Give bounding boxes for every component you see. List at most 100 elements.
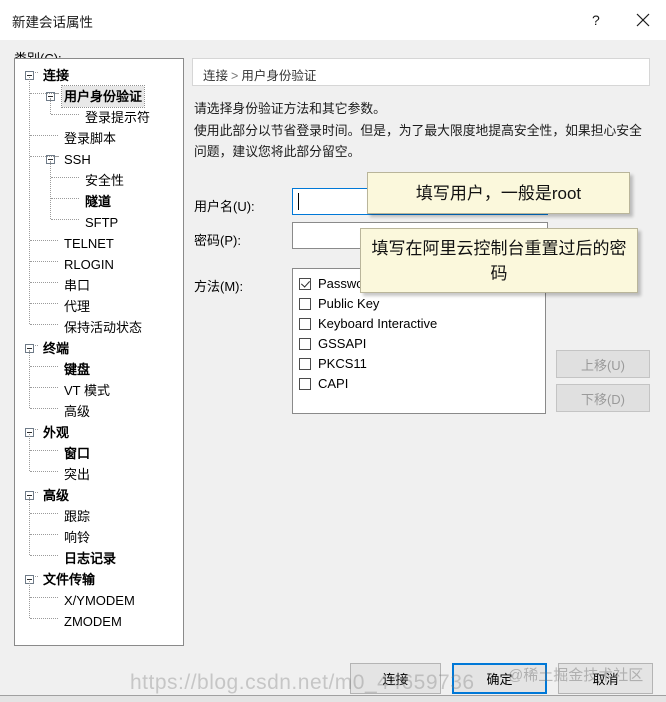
checkbox-unchecked-icon[interactable] bbox=[299, 318, 311, 330]
title-bar: 新建会话属性 ? bbox=[0, 0, 666, 40]
tree-guide-line bbox=[56, 156, 59, 157]
tree-item-label: TELNET bbox=[64, 236, 114, 251]
checkbox-unchecked-icon[interactable] bbox=[299, 358, 311, 370]
tree-item-label: 文件传输 bbox=[43, 572, 96, 587]
tree-item-6[interactable]: 隧道 bbox=[15, 191, 183, 212]
method-label: PKCS11 bbox=[318, 356, 367, 371]
tree-item-19[interactable]: 突出 bbox=[15, 464, 183, 485]
annotation-password-note: 填写在阿里云控制台重置过后的密码 bbox=[360, 228, 638, 293]
tree-item-23[interactable]: 日志记录 bbox=[15, 548, 183, 569]
tree-guide-line bbox=[30, 282, 58, 283]
method-checkbox-row[interactable]: CAPI bbox=[299, 374, 545, 394]
tree-item-18[interactable]: 窗口 bbox=[15, 443, 183, 464]
tree-item-24[interactable]: 文件传输 bbox=[15, 569, 183, 590]
tree-item-label: SSH bbox=[64, 152, 91, 167]
tree-guide-line bbox=[50, 98, 51, 114]
checkbox-unchecked-icon[interactable] bbox=[299, 298, 311, 310]
tree-item-label: 用户身份验证 bbox=[60, 85, 146, 108]
tree-item-5[interactable]: 安全性 bbox=[15, 170, 183, 191]
svg-text:?: ? bbox=[592, 13, 600, 28]
tree-guide-line bbox=[50, 161, 51, 219]
tree-item-label: 高级 bbox=[64, 404, 91, 419]
tree-item-15[interactable]: VT 模式 bbox=[15, 380, 183, 401]
tree-guide-line bbox=[30, 555, 58, 556]
username-label: 用户名(U): bbox=[194, 199, 255, 214]
method-checkbox-row[interactable]: PKCS11 bbox=[299, 354, 545, 374]
tree-guide-line bbox=[56, 93, 59, 94]
checkbox-unchecked-icon[interactable] bbox=[299, 378, 311, 390]
category-tree[interactable]: 连接用户身份验证登录提示符登录脚本 SSH 安全性隧道 SFTP TELNET RLOGI… bbox=[14, 58, 184, 646]
tree-item-1[interactable]: 用户身份验证 bbox=[15, 85, 183, 108]
checkbox-checked-icon[interactable] bbox=[299, 278, 311, 290]
tree-item-0[interactable]: 连接 bbox=[15, 65, 183, 86]
tree-guide-line bbox=[29, 350, 30, 408]
tree-guide-line bbox=[29, 497, 30, 555]
tree-guide-line bbox=[30, 156, 58, 157]
tree-item-label: 串口 bbox=[64, 278, 91, 293]
tree-item-label: 终端 bbox=[43, 341, 70, 356]
annotation-username-note: 填写用户，一般是root bbox=[367, 172, 630, 214]
close-button[interactable] bbox=[620, 0, 666, 40]
tree-guide-line bbox=[30, 471, 58, 472]
window-title: 新建会话属性 bbox=[12, 15, 93, 30]
breadcrumb: 连接 > 用户身份验证 bbox=[203, 65, 316, 84]
tree-item-label: X/YMODEM bbox=[64, 593, 135, 608]
tree-item-2[interactable]: 登录提示符 bbox=[15, 107, 183, 128]
tree-item-label: 响铃 bbox=[64, 530, 91, 545]
tree-item-26[interactable]: ZMODEM bbox=[15, 611, 183, 632]
tree-item-4[interactable]: SSH bbox=[15, 149, 183, 170]
content-pane: 连接 > 用户身份验证 请选择身份验证方法和其它参数。 使用此部分以节省登录时间。但… bbox=[192, 58, 652, 644]
tree-item-12[interactable]: 保持活动状态 bbox=[15, 317, 183, 338]
tree-item-3[interactable]: 登录脚本 bbox=[15, 128, 183, 149]
checkbox-unchecked-icon[interactable] bbox=[299, 338, 311, 350]
tree-item-label: 外观 bbox=[43, 425, 70, 440]
tree-item-16[interactable]: 高级 bbox=[15, 401, 183, 422]
tree-item-label: 隧道 bbox=[85, 194, 112, 209]
tree-item-7[interactable]: SFTP bbox=[15, 212, 183, 233]
method-checkbox-row[interactable]: Public Key bbox=[299, 294, 545, 314]
text-caret bbox=[298, 193, 299, 210]
move-down-button[interactable]: 下移(D) bbox=[556, 384, 650, 412]
description-line-2: 使用此部分以节省登录时间。但是，为了最大限度地提高安全性，如果担心安全问题，建议… bbox=[194, 123, 642, 159]
tree-item-17[interactable]: 外观 bbox=[15, 422, 183, 443]
cancel-button[interactable]: 取消 bbox=[558, 663, 653, 694]
tree-guide-line bbox=[51, 177, 79, 178]
tree-item-label: 登录提示符 bbox=[85, 110, 151, 125]
help-button[interactable]: ? bbox=[573, 0, 619, 40]
tree-guide-line bbox=[30, 408, 58, 409]
ok-button[interactable]: 确定 bbox=[452, 663, 547, 694]
tree-item-11[interactable]: 代理 bbox=[15, 296, 183, 317]
connect-button[interactable]: 连接 bbox=[350, 663, 441, 694]
tree-item-9[interactable]: RLOGIN bbox=[15, 254, 183, 275]
tree-guide-line bbox=[51, 114, 79, 115]
tree-guide-line bbox=[30, 513, 58, 514]
tree-item-label: 连接 bbox=[43, 68, 70, 83]
tree-guide-line bbox=[51, 219, 79, 220]
move-up-button[interactable]: 上移(U) bbox=[556, 350, 650, 378]
tree-item-25[interactable]: X/YMODEM bbox=[15, 590, 183, 611]
tree-item-21[interactable]: 跟踪 bbox=[15, 506, 183, 527]
description-line-1: 请选择身份验证方法和其它参数。 bbox=[194, 101, 386, 116]
tree-guide-line bbox=[30, 93, 58, 94]
tree-item-label: 突出 bbox=[64, 467, 91, 482]
tree-item-14[interactable]: 键盘 bbox=[15, 359, 183, 380]
tree-item-label: 跟踪 bbox=[64, 509, 91, 524]
tree-item-8[interactable]: TELNET bbox=[15, 233, 183, 254]
tree-item-22[interactable]: 响铃 bbox=[15, 527, 183, 548]
tree-guide-line bbox=[35, 429, 38, 430]
tree-item-20[interactable]: 高级 bbox=[15, 485, 183, 506]
tree-guide-line bbox=[35, 345, 38, 346]
method-checkbox-row[interactable]: GSSAPI bbox=[299, 334, 545, 354]
breadcrumb-root[interactable]: 连接 bbox=[203, 69, 228, 83]
breadcrumb-current: 用户身份验证 bbox=[241, 69, 317, 83]
tree-guide-line bbox=[29, 581, 30, 618]
tree-item-13[interactable]: 终端 bbox=[15, 338, 183, 359]
tree-guide-line bbox=[30, 240, 58, 241]
tree-guide-line bbox=[30, 366, 58, 367]
tree-item-label: 保持活动状态 bbox=[64, 320, 143, 335]
tree-item-10[interactable]: 串口 bbox=[15, 275, 183, 296]
question-mark-icon: ? bbox=[590, 13, 603, 28]
breadcrumb-bar: 连接 > 用户身份验证 bbox=[192, 58, 650, 86]
method-checkbox-row[interactable]: Keyboard Interactive bbox=[299, 314, 545, 334]
tree-item-label: 高级 bbox=[43, 488, 70, 503]
